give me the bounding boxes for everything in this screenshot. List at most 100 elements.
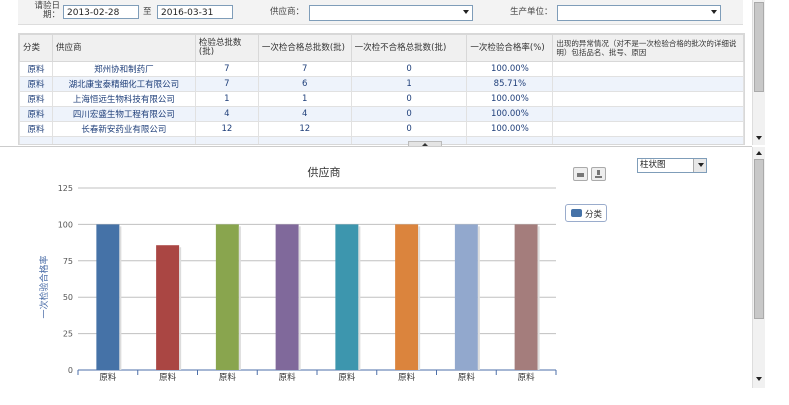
x-tick-label: 原料 [338,372,356,383]
y-tick-label: 0 [68,366,73,375]
bar[interactable] [335,224,359,370]
table-cell [466,136,554,144]
print-icon[interactable] [573,167,588,181]
bar[interactable] [96,224,120,370]
chart-scrollbar[interactable] [752,147,765,388]
table-row[interactable]: 原料 长春新安药业有限公司 12 12 0 100.00% [19,121,744,137]
column-header[interactable]: 检验总批数(批) [194,34,259,62]
bar[interactable] [454,224,478,370]
table-cell: 100.00% [466,91,554,107]
x-tick-label: 原料 [279,372,297,383]
table-cell: 0 [350,106,468,122]
download-icon[interactable] [591,167,606,181]
table-cell: 原料 [19,76,53,92]
table-cell: 原料 [19,106,53,122]
chart-legend[interactable]: 分类 [565,204,607,222]
table-cell: 长春新安药业有限公司 [51,121,196,137]
table-cell: 0 [350,61,468,77]
table-cell [552,91,744,107]
table-cell [552,106,744,122]
table-cell: 湖北康宝泰精细化工有限公司 [51,76,196,92]
x-tick-label: 原料 [219,372,237,383]
column-header[interactable]: 一次检不合格总批数(批) [350,34,468,62]
table-cell: 郑州协和制药厂 [51,61,196,77]
date-from-input[interactable]: 2013-02-28 [63,5,139,19]
date-separator: 至 [143,7,152,17]
y-tick-label: 100 [58,220,73,229]
table-cell: 100.00% [466,121,554,137]
table-cell: 6 [257,76,352,92]
table-cell: 12 [194,121,259,137]
date-label: 请验日期： [34,1,60,20]
table-cell [19,136,53,144]
y-axis-label: 一次检验合格率 [38,255,50,318]
table-cell: 4 [194,106,259,122]
table-cell: 7 [257,61,352,77]
table-cell: 7 [194,76,259,92]
scroll-down-icon[interactable] [756,377,762,381]
table-row[interactable]: 原料 上海恒远生物科技有限公司 1 1 0 100.00% [19,91,744,107]
table-cell: 原料 [19,91,53,107]
table-header-row: 分类 供应商 检验总批数(批) 一次检合格总批数(批) 一次检不合格总批数(批)… [19,34,744,62]
x-tick-label: 原料 [518,372,536,383]
chart-type-select[interactable]: 柱状图 [637,158,707,173]
table-cell [552,76,744,92]
bar[interactable] [514,224,538,370]
column-header[interactable]: 出现的异常情况（对不是一次检验合格的批次的详细说明）包括品名、批号、原因 [552,34,744,62]
supplier-label: 供应商： [270,7,305,17]
table-row[interactable]: 原料 湖北康宝泰精细化工有限公司 7 6 1 85.71% [19,76,744,92]
x-tick-label: 原料 [458,372,476,383]
table-cell: 四川宏盛生物工程有限公司 [51,106,196,122]
table-cell [51,136,196,144]
chart-type-value: 柱状图 [640,160,666,170]
table-cell: 1 [194,91,259,107]
y-tick-label: 25 [63,330,73,339]
column-header[interactable]: 一次检验合格率(%) [466,34,554,62]
table-cell [257,136,352,144]
y-tick-label: 50 [63,293,73,302]
bar[interactable] [215,224,239,370]
y-tick-label: 75 [63,257,73,266]
column-header[interactable]: 供应商 [51,34,196,62]
table-cell: 原料 [19,121,53,137]
chevron-down-icon [698,163,704,167]
table-cell: 0 [350,121,468,137]
supplier-table: 分类 供应商 检验总批数(批) 一次检合格总批数(批) 一次检不合格总批数(批)… [18,33,745,145]
producer-select[interactable] [557,5,721,21]
table-row[interactable] [19,136,744,144]
table-cell: 1 [350,76,468,92]
date-to-input[interactable]: 2016-03-31 [157,5,233,19]
table-cell: 7 [194,61,259,77]
table-cell: 1 [257,91,352,107]
chart-scrollbar-thumb[interactable] [754,159,764,319]
producer-label: 生产单位： [510,7,553,17]
table-cell [552,121,744,137]
supplier-select[interactable] [309,5,473,21]
column-header[interactable]: 分类 [19,34,53,62]
legend-label: 分类 [585,210,603,220]
top-scrollbar-thumb[interactable] [754,2,764,92]
table-cell [552,61,744,77]
table-cell: 0 [350,91,468,107]
table-row[interactable]: 原料 四川宏盛生物工程有限公司 4 4 0 100.00% [19,106,744,122]
x-tick-label: 原料 [99,372,117,383]
x-tick-label: 原料 [398,372,416,383]
select-button [693,159,706,172]
bar-chart: 0 25 50 75 100 125 原料 原料 原料 原料 原料 原料 原料 原料 供应商 一次检验合格… [38,165,557,383]
table-cell: 100.00% [466,61,554,77]
top-scrollbar[interactable] [752,0,765,145]
bar[interactable] [395,224,419,370]
scroll-down-icon[interactable] [756,136,762,140]
table-cell: 4 [257,106,352,122]
table-cell: 12 [257,121,352,137]
scroll-up-icon[interactable] [756,151,762,155]
table-cell: 100.00% [466,106,554,122]
x-tick-label: 原料 [159,372,177,383]
column-header[interactable]: 一次检合格总批数(批) [257,34,352,62]
bar[interactable] [275,224,299,370]
chevron-down-icon [463,10,469,14]
legend-swatch [571,209,582,217]
table-row[interactable]: 原料 郑州协和制药厂 7 7 0 100.00% [19,61,744,77]
chart-title: 供应商 [308,165,341,179]
bar[interactable] [156,245,180,370]
